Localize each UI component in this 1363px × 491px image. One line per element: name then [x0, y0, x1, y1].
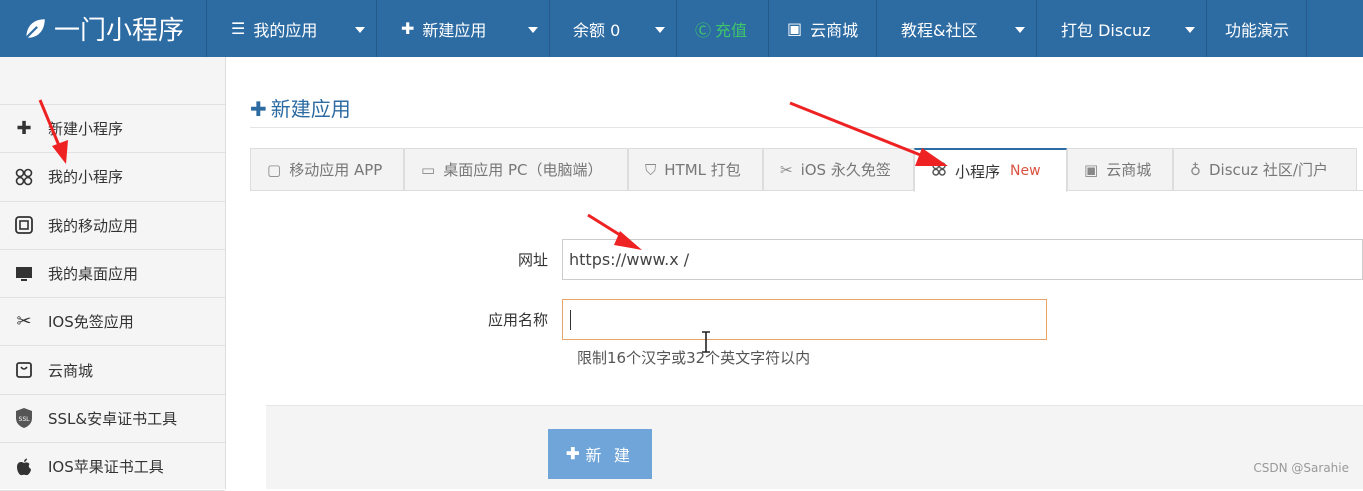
sidebar-item-label: 云商城	[48, 360, 93, 381]
mobile-icon	[12, 213, 36, 237]
sidebar-item-label: 我的移动应用	[48, 215, 138, 236]
shop-icon: ▣	[1084, 161, 1098, 179]
sidebar-item-label: SSL&安卓证书工具	[48, 408, 177, 429]
nav-tutorial-label: 教程&社区	[901, 17, 977, 41]
sidebar-header	[0, 57, 225, 105]
sidebar-item-label: 新建小程序	[48, 118, 123, 139]
top-navbar: 一门小程序 ☰ 我的应用 ✚ 新建应用 余额 0 Ⓒ 充值 ▣ 云商城 教程&社…	[0, 0, 1363, 57]
leaf-icon	[22, 16, 48, 42]
miniprogram-icon	[12, 165, 36, 189]
plus-icon: ✚	[12, 117, 36, 141]
nav-balance[interactable]: 余额 0	[550, 0, 677, 57]
nav-tutorial[interactable]: 教程&社区	[877, 0, 1037, 57]
tab-mobile-app[interactable]: ▢ 移动应用 APP	[250, 148, 404, 190]
nav-my-apps[interactable]: ☰ 我的应用	[207, 0, 377, 57]
app-name-input[interactable]	[562, 299, 1047, 340]
nav-balance-label: 余额 0	[573, 17, 620, 41]
nav-new-app[interactable]: ✚ 新建应用	[377, 0, 550, 57]
tab-ios-unsigned[interactable]: ✂ iOS 永久免签	[763, 148, 914, 190]
plus-icon: ✚	[250, 97, 267, 121]
create-button-label: 新 建	[585, 442, 633, 466]
brand-name: 一门小程序	[54, 10, 184, 47]
url-row: 网址 https://www.x /	[465, 239, 1363, 280]
nav-new-app-label: 新建应用	[422, 17, 486, 41]
mobile-icon: ▢	[267, 161, 281, 179]
svg-text:SSL: SSL	[19, 416, 31, 423]
tab-label: 移动应用 APP	[289, 159, 382, 180]
recharge-icon: Ⓒ	[695, 17, 711, 41]
tab-desktop-app[interactable]: ▭ 桌面应用 PC（电脑端）	[404, 148, 628, 190]
tab-label: 云商城	[1106, 159, 1151, 180]
scissors-icon: ✂	[780, 161, 793, 179]
app-name-hint: 限制16个汉字或32个英文字符以内	[577, 347, 810, 368]
nav-recharge-label: 充值	[715, 17, 747, 41]
watermark: CSDN @Sarahie	[1253, 461, 1349, 475]
menu-icon: ☰	[231, 19, 245, 38]
desktop-icon	[12, 262, 36, 286]
tab-discuz[interactable]: ♁ Discuz 社区/门户	[1173, 148, 1357, 190]
new-badge: New	[1010, 163, 1041, 179]
nav-discuz[interactable]: 打包 Discuz	[1037, 0, 1207, 57]
main-content: ✚新建应用 ▢ 移动应用 APP ▭ 桌面应用 PC（电脑端） ⛉ HTML 打…	[226, 57, 1363, 489]
page-title-text: 新建应用	[271, 97, 351, 121]
apple-icon	[12, 455, 36, 479]
nav-demo[interactable]: 功能演示	[1207, 0, 1307, 57]
sidebar-item-new-miniprogram[interactable]: ✚ 新建小程序	[0, 105, 225, 153]
sidebar-item-label: IOS苹果证书工具	[48, 456, 164, 477]
tab-html-pack[interactable]: ⛉ HTML 打包	[628, 148, 763, 190]
sidebar-item-my-miniprogram[interactable]: 我的小程序	[0, 153, 225, 201]
html5-icon: ⛉	[645, 161, 656, 179]
tab-label: iOS 永久免签	[801, 159, 891, 180]
form-actions-bar	[266, 405, 1363, 489]
nav-recharge[interactable]: Ⓒ 充值	[677, 0, 769, 57]
text-cursor	[570, 310, 571, 330]
nav-cloud-shop-label: 云商城	[810, 17, 858, 41]
url-label: 网址	[465, 249, 562, 270]
caret-down-icon	[1185, 27, 1195, 33]
sidebar-item-my-desktop-apps[interactable]: 我的桌面应用	[0, 250, 225, 298]
app-type-tabs: ▢ 移动应用 APP ▭ 桌面应用 PC（电脑端） ⛉ HTML 打包 ✂ iO…	[250, 148, 1363, 191]
create-button[interactable]: ✚ 新 建	[548, 429, 652, 479]
tab-label: 小程序	[955, 161, 1000, 182]
sidebar-item-cloud-shop[interactable]: 云商城	[0, 346, 225, 394]
page-title: ✚新建应用	[250, 93, 351, 122]
sidebar-item-ios-unsigned[interactable]: ✂ IOS免签应用	[0, 298, 225, 346]
url-input[interactable]: https://www.x /	[562, 239, 1363, 280]
app-name-label: 应用名称	[465, 309, 562, 330]
plus-icon: ✚	[566, 444, 579, 464]
nav-cloud-shop[interactable]: ▣ 云商城	[769, 0, 877, 57]
caret-down-icon	[655, 27, 665, 33]
sidebar-item-ios-cert-tool[interactable]: IOS苹果证书工具	[0, 443, 225, 491]
plus-icon: ✚	[401, 19, 414, 38]
sidebar-item-label: 我的桌面应用	[48, 263, 138, 284]
sidebar-item-my-mobile-apps[interactable]: 我的移动应用	[0, 202, 225, 250]
miniprogram-icon	[931, 161, 947, 181]
tab-label: HTML 打包	[664, 159, 741, 180]
brand-logo[interactable]: 一门小程序	[0, 0, 207, 57]
nav-my-apps-label: 我的应用	[253, 17, 317, 41]
app-name-row: 应用名称	[465, 299, 1047, 340]
nav-discuz-label: 打包 Discuz	[1061, 17, 1151, 41]
sidebar-item-label: 我的小程序	[48, 166, 123, 187]
caret-down-icon	[1015, 27, 1025, 33]
caret-down-icon	[355, 27, 365, 33]
tab-cloud-shop[interactable]: ▣ 云商城	[1067, 148, 1173, 190]
sidebar-item-label: IOS免签应用	[48, 311, 134, 332]
scissors-icon: ✂	[12, 310, 36, 334]
shop-icon	[12, 358, 36, 382]
tab-label: Discuz 社区/门户	[1209, 159, 1328, 180]
caret-down-icon	[528, 27, 538, 33]
shop-icon: ▣	[787, 19, 802, 38]
ssl-icon: SSL	[12, 406, 36, 430]
discuz-icon: ♁	[1190, 161, 1201, 179]
tab-miniprogram[interactable]: 小程序 New	[914, 148, 1067, 192]
nav-demo-label: 功能演示	[1225, 17, 1289, 41]
sidebar: ✚ 新建小程序 我的小程序 我的移动应用 我的桌面应用 ✂ IOS免签应用 云商…	[0, 57, 226, 489]
sidebar-item-ssl-tool[interactable]: SSL SSL&安卓证书工具	[0, 395, 225, 443]
tab-label: 桌面应用 PC（电脑端）	[443, 159, 602, 180]
divider	[250, 127, 1363, 128]
url-value: https://www.x /	[569, 250, 689, 269]
desktop-icon: ▭	[421, 161, 435, 179]
